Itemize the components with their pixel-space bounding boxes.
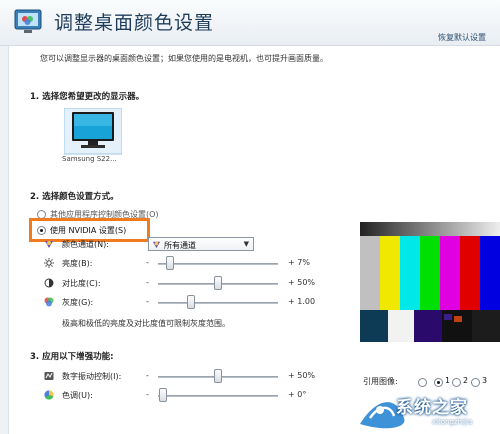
gamma-value: + 1.00 [288,297,316,306]
brightness-icon [44,258,54,268]
section-3-heading: 3. 应用以下增强功能: [30,352,114,362]
gamma-label: 灰度(G): [62,298,94,307]
restore-defaults-link[interactable]: 恢复默认设置 [438,32,486,43]
monitor-label: Samsung S22... [62,155,117,163]
color-channel-dropdown[interactable]: 所有通道 ▼ [148,237,254,251]
gamma-icon [44,297,54,307]
contrast-minus: - [146,278,149,287]
reference-radio-2[interactable] [452,378,461,387]
brightness-value: + 7% [288,258,310,267]
watermark-text: 系统之家 [396,398,468,418]
hue-label: 色调(U): [62,391,93,400]
left-panel-edge [0,46,9,434]
vibrance-slider-thumb[interactable] [214,369,222,383]
reference-option-2: 2 [463,376,469,385]
reference-option-3: 3 [482,376,488,385]
hue-slider-track[interactable] [158,395,278,397]
vibrance-value: + 50% [288,371,316,380]
contrast-slider-thumb[interactable] [214,276,222,290]
brightness-minus: - [146,258,149,267]
chevron-down-icon: ▼ [243,240,249,248]
reference-image-label: 引用图像: [363,377,398,386]
reference-radio-3[interactable] [471,378,480,387]
page-description: 您可以调整显示器的桌面颜色设置；如果您使用的是电视机，也可提升画面质量。 [40,54,328,63]
section-1-heading: 1. 选择您希望更改的显示器。 [30,92,145,102]
brightness-label: 亮度(B): [62,259,93,268]
color-channel-icon [45,241,53,248]
brightness-slider-track[interactable] [158,263,278,265]
gamma-slider-track[interactable] [158,302,278,304]
hue-value: + 0° [288,390,307,399]
watermark-url: xitongzhijia [432,418,473,426]
contrast-icon [44,278,54,288]
monitor-icon[interactable] [64,108,122,160]
range-note: 极高和极低的亮度及对比度值可限制灰度范围。 [62,319,230,328]
channel-swatch-icon [152,241,161,249]
digital-vibrance-icon [44,372,54,380]
hue-slider-thumb[interactable] [159,388,167,402]
header-bar: 调整桌面颜色设置 恢复默认设置 [0,0,500,46]
gamma-slider-thumb[interactable] [187,295,195,309]
display-color-icon [14,9,42,33]
section-2-heading: 2. 选择颜色设置方式。 [30,192,119,202]
contrast-value: + 50% [288,278,316,287]
vibrance-minus: - [146,371,149,380]
color-channel-label: 颜色通道(N): [62,240,109,249]
page-title: 调整桌面颜色设置 [54,12,215,34]
gamma-minus: - [146,297,149,306]
reference-radio-1[interactable] [418,378,427,387]
hue-minus: - [146,390,149,399]
digital-vibrance-label: 数字振动控制(I): [62,372,122,381]
contrast-label: 对比度(C): [62,279,101,288]
hue-icon [44,390,54,400]
color-test-pattern-image [360,222,500,342]
color-channel-value: 所有通道 [164,241,196,250]
reference-radio-1-selected[interactable] [434,378,443,387]
reference-option-1: 1 [445,376,451,385]
brightness-slider-thumb[interactable] [166,256,174,270]
